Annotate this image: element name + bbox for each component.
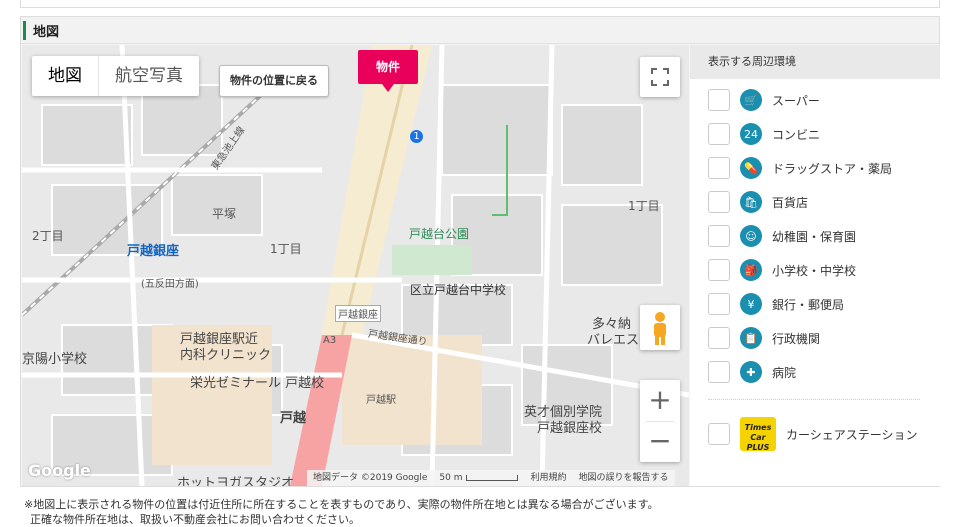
map-type-control: 地図 航空写真	[32, 56, 199, 96]
filter-item-kindergarten[interactable]: ☺ 幼稚園・保育園	[708, 219, 940, 253]
map-label-route1: 1	[410, 130, 423, 143]
filter-item-car-share[interactable]: Times Car PLUS カーシェアステーション	[708, 414, 940, 454]
map-data-credit: 地図データ ©2019 Google	[313, 473, 428, 483]
back-to-property-button[interactable]: 物件の位置に戻る	[219, 65, 329, 97]
surroundings-panel: 表示する周辺環境 🛒 スーパー 24 コンビニ 💊 ドラッグストア・薬局 🛍 百…	[690, 45, 940, 486]
map-label-eiko-seminar: 栄光ゼミナール 戸越校	[190, 376, 325, 391]
surroundings-list: 🛒 スーパー 24 コンビニ 💊 ドラッグストア・薬局 🛍 百貨店 ☺ 幼稚園・…	[690, 79, 940, 389]
map-label-hotyoga: ホットヨガスタジオ	[177, 476, 295, 486]
checkbox[interactable]	[708, 327, 730, 349]
map-label-tamagawa-line2: バレエス	[587, 333, 640, 348]
checkbox[interactable]	[708, 157, 730, 179]
disclaimer-line2: 正確な物件所在地は、取扱い不動産会社にお問い合わせください。	[30, 513, 360, 526]
zoom-divider	[646, 421, 674, 422]
pegman-icon	[654, 312, 666, 345]
terms-link[interactable]: 利用規約	[530, 470, 566, 486]
cart-icon: 🛒	[740, 89, 762, 111]
filter-label: スーパー	[772, 93, 820, 108]
map-type-map-button[interactable]: 地図	[32, 56, 98, 96]
kindergarten-icon: ☺	[740, 225, 762, 247]
map-view[interactable]: 平塚 2丁目 1丁目 1丁目 東急池上線 戸越銀座 (五反田方面) 戸越台公園 …	[22, 45, 689, 486]
map-scale-bar	[466, 474, 519, 481]
filter-item-drugstore[interactable]: 💊 ドラッグストア・薬局	[708, 151, 940, 185]
car-share-list: Times Car PLUS カーシェアステーション	[690, 400, 940, 454]
map-label-togoshi: 戸越	[280, 411, 307, 426]
checkbox[interactable]	[708, 123, 730, 145]
street-view-button[interactable]	[640, 305, 680, 350]
map-label-togoshi-ginza-station: 戸越銀座	[127, 244, 180, 259]
section-accent-bar	[23, 21, 26, 40]
pill-icon: 💊	[740, 157, 762, 179]
filter-item-convenience[interactable]: 24 コンビニ	[708, 117, 940, 151]
filter-label: 銀行・郵便局	[772, 297, 845, 312]
checkbox[interactable]	[708, 293, 730, 315]
times-logo-line2: Car	[750, 433, 766, 442]
school-bag-icon: 🎒	[740, 259, 762, 281]
map-label-1chome-left: 1丁目	[270, 242, 302, 256]
filter-label: 行政機関	[772, 331, 821, 346]
section-title: 地図	[33, 25, 60, 40]
map-label-a3: A3	[323, 335, 337, 346]
map-label-gotanda-direction: (五反田方面)	[141, 279, 199, 290]
filter-item-supermarket[interactable]: 🛒 スーパー	[708, 83, 940, 117]
map-scale-label: 50 m	[439, 473, 463, 483]
filter-item-hospital[interactable]: ✚ 病院	[708, 355, 940, 389]
times-logo-line1: Times	[744, 423, 772, 432]
filter-label: ドラッグストア・薬局	[772, 161, 893, 176]
filter-item-government[interactable]: 📋 行政機関	[708, 321, 940, 355]
map-label-hiratsuka: 平塚	[212, 207, 237, 221]
section-header: 地図	[21, 17, 939, 44]
times-logo-line3: PLUS	[746, 443, 770, 452]
map-section: 地図 平塚 2丁目 1丁目 1丁目 東急池上線 戸越銀座 (五反田方面) 戸越台…	[20, 16, 940, 487]
checkbox[interactable]	[708, 259, 730, 281]
filter-label: 幼稚園・保育園	[772, 229, 857, 244]
map-label-togoshi-ginza-sign: 戸越銀座	[335, 305, 381, 322]
map-scale: 50 m	[439, 470, 519, 486]
map-type-aerial-button[interactable]: 航空写真	[98, 56, 199, 96]
disclaimer-line1: ※地図上に表示される物件の位置は付近住所に所在することを表すものであり、実際の物…	[24, 498, 659, 511]
filter-label: コンビニ	[772, 127, 821, 142]
hospital-icon: ✚	[740, 361, 762, 383]
map-label-togoshi-station-small: 戸越駅	[366, 395, 396, 406]
checkbox[interactable]	[708, 361, 730, 383]
checkbox[interactable]	[708, 191, 730, 213]
fullscreen-icon	[651, 68, 669, 86]
property-pin[interactable]: 物件	[358, 50, 418, 92]
map-label-togoshidai-school: 区立戸越台中学校	[410, 283, 507, 297]
top-strip	[20, 0, 940, 8]
filter-item-department-store[interactable]: 🛍 百貨店	[708, 185, 940, 219]
map-label-togoshidai-park: 戸越台公園	[409, 227, 470, 241]
checkbox[interactable]	[708, 423, 730, 445]
map-label-clinic-line2: 内科クリニック	[180, 348, 272, 363]
checkbox[interactable]	[708, 89, 730, 111]
times-car-logo: Times Car PLUS	[740, 417, 776, 452]
department-store-icon: 🛍	[740, 191, 762, 213]
zoom-control: + −	[640, 380, 680, 462]
surroundings-heading: 表示する周辺環境	[690, 45, 940, 79]
map-label-2chome: 2丁目	[32, 229, 64, 243]
filter-item-school[interactable]: 🎒 小学校・中学校	[708, 253, 940, 287]
checkbox[interactable]	[708, 225, 730, 247]
map-label-1chome-right: 1丁目	[628, 199, 660, 213]
zoom-in-button[interactable]: +	[640, 380, 680, 421]
map-label-eisai-line2: 戸越銀座校	[537, 421, 603, 436]
filter-label: カーシェアステーション	[786, 427, 918, 442]
disclaimer-note: ※地図上に表示される物件の位置は付近住所に所在することを表すものであり、実際の物…	[24, 497, 659, 527]
bank-icon: ¥	[740, 293, 762, 315]
map-label-elementary: 京陽小学校	[22, 352, 88, 367]
map-attribution: 地図データ ©2019 Google 50 m 利用規約 地図の誤りを報告する	[307, 470, 675, 486]
filter-item-bank[interactable]: ¥ 銀行・郵便局	[708, 287, 940, 321]
google-logo: Google	[28, 461, 91, 480]
convenience-icon: 24	[740, 123, 762, 145]
fullscreen-button[interactable]	[640, 57, 680, 97]
filter-label: 小学校・中学校	[772, 263, 857, 278]
filter-label: 百貨店	[772, 195, 809, 210]
zoom-out-button[interactable]: −	[640, 421, 680, 462]
report-error-link[interactable]: 地図の誤りを報告する	[578, 470, 668, 486]
filter-label: 病院	[772, 365, 797, 380]
clipboard-icon: 📋	[740, 327, 762, 349]
